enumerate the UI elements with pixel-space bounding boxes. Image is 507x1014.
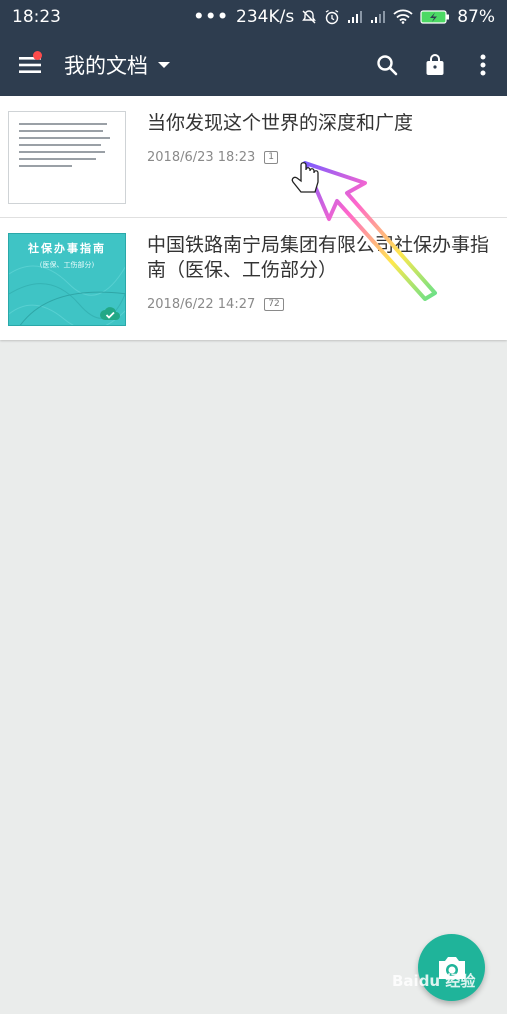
store-button[interactable] — [411, 33, 459, 96]
document-thumbnail — [8, 111, 126, 204]
document-date: 2018/6/23 18:23 — [147, 150, 256, 165]
shopping-bag-icon — [426, 53, 444, 75]
status-indicators: ••• 234K/s 87% — [193, 7, 495, 27]
battery-percent: 87% — [457, 6, 495, 27]
bell-muted-icon — [302, 9, 317, 23]
page-title: 我的文档 — [64, 53, 148, 78]
notification-dot — [33, 51, 42, 60]
document-thumbnail: 社保办事指南 (医保、工伤部分) — [8, 233, 126, 326]
wifi-icon — [393, 9, 413, 24]
signal-icon-2 — [371, 10, 386, 23]
page-count-badge: 1 — [264, 151, 278, 164]
search-icon — [377, 54, 398, 75]
page-count-badge: 72 — [264, 298, 284, 311]
status-time: 18:23 — [12, 6, 61, 27]
more-options-button[interactable] — [459, 33, 507, 96]
battery-charging-icon — [420, 9, 450, 24]
folder-selector[interactable]: 我的文档 — [64, 50, 170, 80]
status-bar: 18:23 ••• 234K/s 87% — [0, 0, 507, 33]
more-vert-icon — [480, 54, 486, 75]
network-speed: 234K/s — [236, 6, 295, 27]
menu-button[interactable] — [0, 33, 60, 96]
document-title: 当你发现这个世界的深度和广度 — [147, 112, 414, 134]
cloud-synced-icon — [100, 307, 120, 320]
signal-icon-1 — [348, 10, 363, 23]
document-date: 2018/6/22 14:27 — [147, 297, 256, 312]
baidu-watermark: Baidu 经验 — [392, 972, 476, 990]
cover-title: 社保办事指南 — [28, 242, 106, 255]
annotation-arrow-icon — [291, 161, 437, 301]
app-bar: 我的文档 — [0, 33, 507, 96]
cover-subtitle: (医保、工伤部分) — [39, 261, 95, 269]
more-notifications-icon: ••• — [193, 6, 230, 27]
alarm-icon — [325, 9, 339, 24]
dropdown-arrow-icon — [158, 61, 170, 68]
search-button[interactable] — [363, 33, 411, 96]
